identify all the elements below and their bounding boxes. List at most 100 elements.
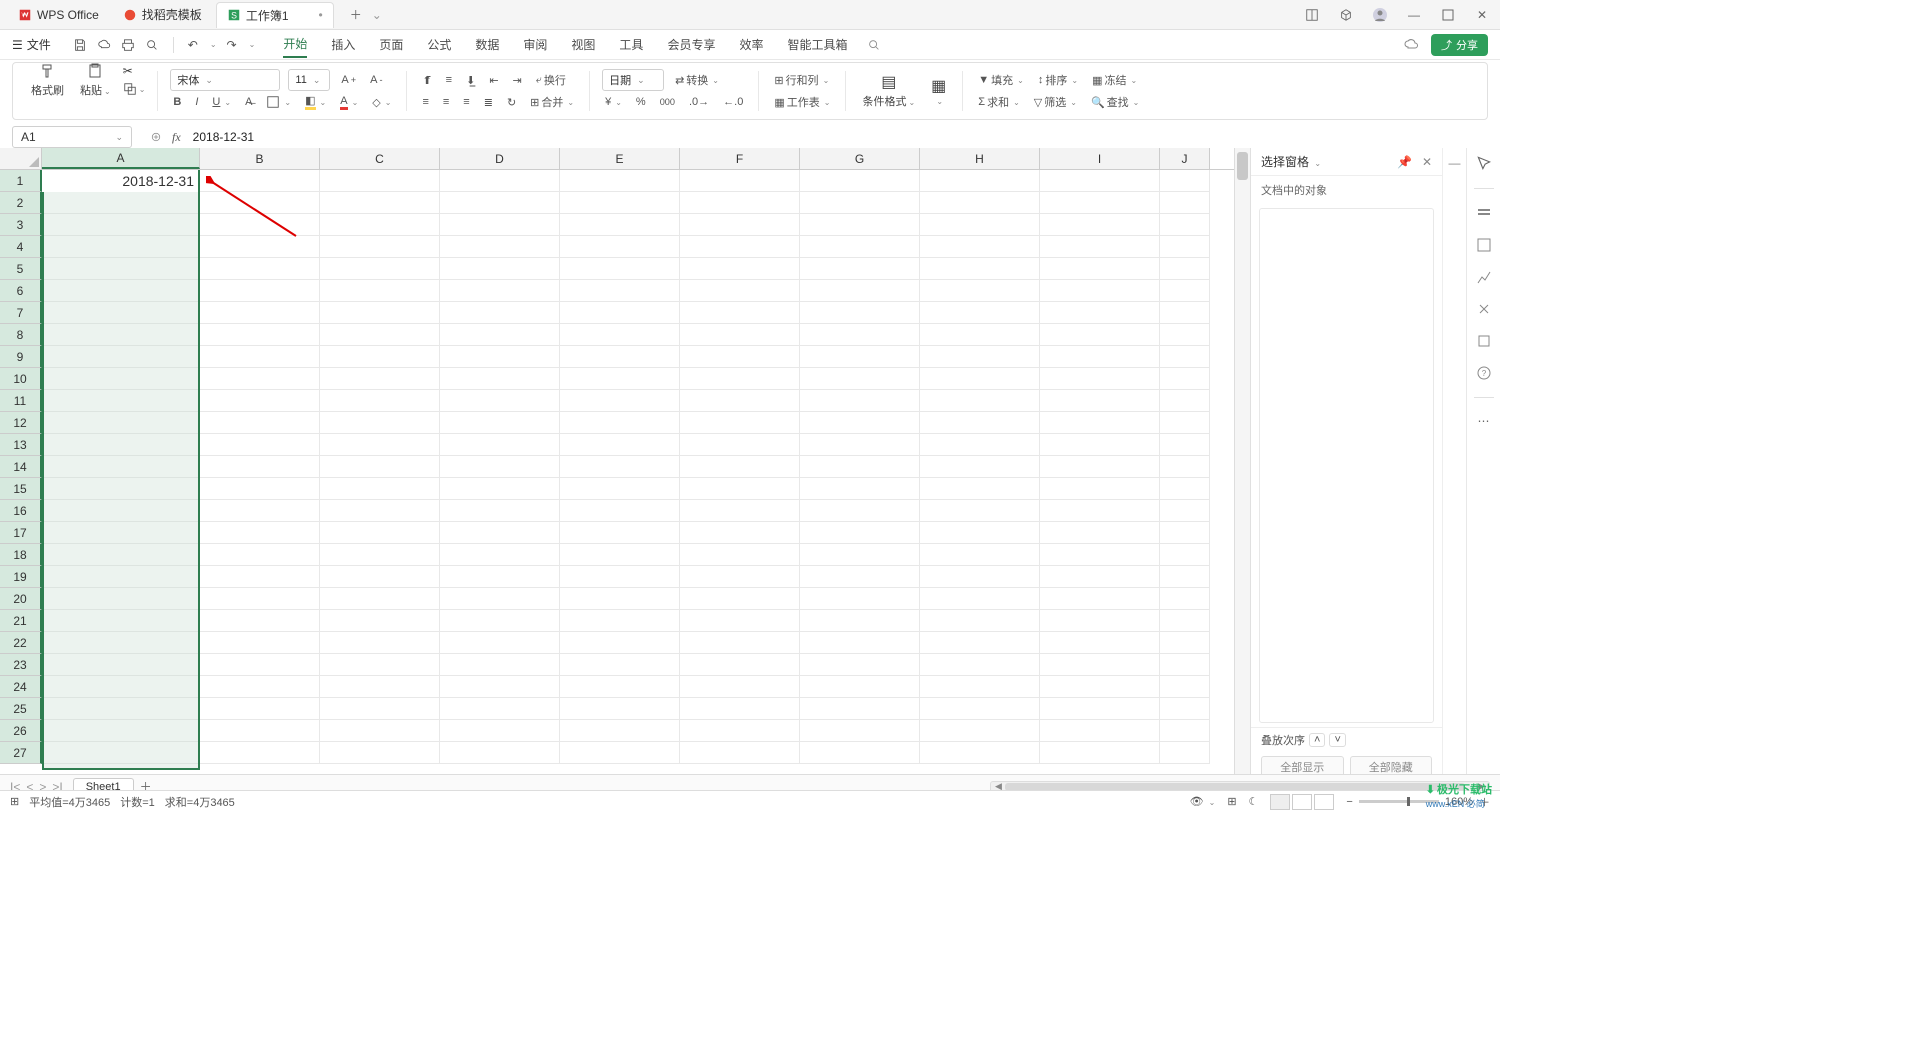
cell[interactable] <box>42 632 200 654</box>
cell[interactable] <box>800 478 920 500</box>
cell[interactable] <box>440 280 560 302</box>
cell[interactable] <box>200 258 320 280</box>
sort-button[interactable]: ↕ 排序⌄ <box>1035 70 1081 90</box>
cloud-save-icon[interactable] <box>97 38 111 52</box>
cell[interactable] <box>200 214 320 236</box>
cell[interactable] <box>440 654 560 676</box>
cell[interactable] <box>800 324 920 346</box>
cell[interactable] <box>440 390 560 412</box>
menu-tab-视图[interactable]: 视图 <box>571 32 595 57</box>
cell[interactable] <box>920 632 1040 654</box>
cell[interactable] <box>320 412 440 434</box>
cell[interactable] <box>680 522 800 544</box>
row-header-2[interactable]: 2 <box>0 192 42 214</box>
status-mode-icon[interactable]: ⊞ <box>10 795 19 808</box>
italic-button[interactable]: I <box>192 94 201 110</box>
more-icon[interactable]: ⋯ <box>1478 414 1490 428</box>
help-icon[interactable]: ? <box>1476 365 1492 381</box>
row-header-8[interactable]: 8 <box>0 324 42 346</box>
search-icon[interactable] <box>867 38 881 52</box>
cell[interactable] <box>920 390 1040 412</box>
spreadsheet-grid[interactable]: ABCDEFGHIJ 12345678910111213141516171819… <box>0 148 1234 782</box>
cell[interactable] <box>440 302 560 324</box>
cell[interactable] <box>560 346 680 368</box>
copy-icon[interactable]: ⌄ <box>123 82 146 96</box>
align-middle-icon[interactable]: ≡ <box>443 72 455 88</box>
row-header-16[interactable]: 16 <box>0 500 42 522</box>
cell[interactable] <box>440 170 560 192</box>
cell[interactable] <box>1160 192 1210 214</box>
cell[interactable] <box>200 346 320 368</box>
cell[interactable] <box>200 390 320 412</box>
eye-icon[interactable]: 👁 ⌄ <box>1190 795 1216 808</box>
cell[interactable] <box>1160 346 1210 368</box>
cell[interactable] <box>800 456 920 478</box>
format-painter-button[interactable]: 格式刷 <box>27 60 68 100</box>
cell[interactable] <box>42 280 200 302</box>
cell[interactable] <box>320 522 440 544</box>
row-header-20[interactable]: 20 <box>0 588 42 610</box>
row-header-14[interactable]: 14 <box>0 456 42 478</box>
print-preview-icon[interactable] <box>145 38 159 52</box>
stack-up-button[interactable]: ˄ <box>1309 733 1325 747</box>
cell[interactable] <box>920 456 1040 478</box>
cell[interactable] <box>680 236 800 258</box>
cell[interactable] <box>800 236 920 258</box>
cell[interactable] <box>560 522 680 544</box>
file-menu[interactable]: ☰ 文件 <box>12 36 51 53</box>
cell[interactable] <box>1160 544 1210 566</box>
strikethrough-button[interactable]: A̶ <box>242 94 255 110</box>
fill-color-button[interactable]: ◧⌄ <box>302 92 329 112</box>
cell[interactable] <box>200 632 320 654</box>
font-color-button[interactable]: A⌄ <box>337 93 361 112</box>
cell[interactable] <box>680 610 800 632</box>
cell[interactable] <box>1040 214 1160 236</box>
column-header-J[interactable]: J <box>1160 148 1210 169</box>
pin-icon[interactable]: 📌 <box>1397 155 1412 169</box>
cell[interactable] <box>680 720 800 742</box>
cell[interactable] <box>320 742 440 764</box>
menu-tab-公式[interactable]: 公式 <box>427 32 451 57</box>
cell[interactable] <box>320 434 440 456</box>
cell[interactable] <box>800 654 920 676</box>
cell[interactable] <box>440 500 560 522</box>
cell[interactable] <box>920 214 1040 236</box>
cell[interactable] <box>200 170 320 192</box>
cell[interactable] <box>800 434 920 456</box>
align-bottom-icon[interactable]: ⬇̲ <box>463 72 478 89</box>
cell[interactable] <box>920 236 1040 258</box>
cell[interactable] <box>1160 478 1210 500</box>
cell[interactable] <box>1040 390 1160 412</box>
row-header-6[interactable]: 6 <box>0 280 42 302</box>
cell[interactable] <box>680 742 800 764</box>
cell[interactable] <box>1160 258 1210 280</box>
cell[interactable] <box>920 346 1040 368</box>
decrease-indent-icon[interactable]: ⇤ <box>486 72 501 89</box>
stack-down-button[interactable]: ˅ <box>1329 733 1345 747</box>
decrease-decimal-icon[interactable]: ←.0 <box>720 94 746 110</box>
wrap-text-button[interactable]: ⤶ 换行 <box>533 70 569 90</box>
cell[interactable] <box>1040 698 1160 720</box>
cell[interactable] <box>1160 456 1210 478</box>
freeze-button[interactable]: ▦ 冻结⌄ <box>1089 70 1140 90</box>
cell[interactable] <box>200 500 320 522</box>
cell[interactable] <box>200 566 320 588</box>
cell[interactable] <box>560 676 680 698</box>
cell[interactable] <box>440 478 560 500</box>
cell[interactable] <box>200 698 320 720</box>
number-format-combo[interactable]: 日期⌄ <box>602 69 664 91</box>
view-break[interactable] <box>1314 794 1334 810</box>
cell[interactable] <box>42 192 200 214</box>
cell[interactable] <box>800 676 920 698</box>
cell[interactable] <box>1160 236 1210 258</box>
menu-tab-数据[interactable]: 数据 <box>475 32 499 57</box>
cell[interactable] <box>440 258 560 280</box>
cell[interactable] <box>42 412 200 434</box>
cell[interactable] <box>440 236 560 258</box>
cell[interactable] <box>42 302 200 324</box>
cell[interactable] <box>200 324 320 346</box>
cell[interactable] <box>560 214 680 236</box>
row-header-21[interactable]: 21 <box>0 610 42 632</box>
column-header-B[interactable]: B <box>200 148 320 169</box>
cell[interactable] <box>920 654 1040 676</box>
